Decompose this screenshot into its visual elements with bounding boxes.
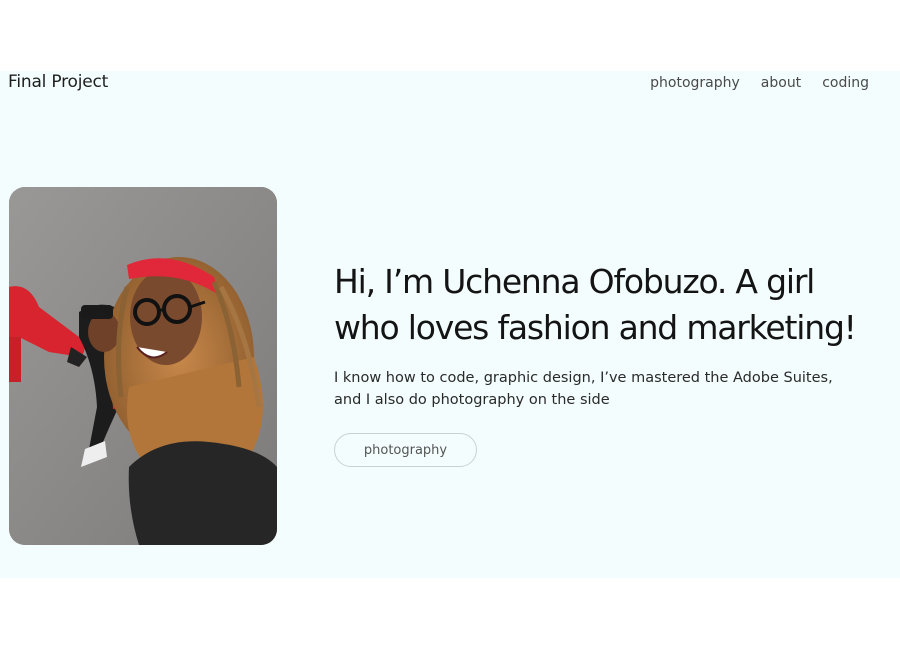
hero-headline-line1: Hi, I’m Uchenna Ofobuzo. A girl [334, 262, 815, 301]
hero-headline-line2: who loves fashion and marketing! [334, 308, 857, 347]
nav-link-coding[interactable]: coding [822, 73, 869, 93]
nav-link-about[interactable]: about [761, 73, 801, 93]
page-section: Final Project photography about coding H… [0, 71, 900, 578]
hero-headline: Hi, I’m Uchenna Ofobuzo. A girl who love… [334, 259, 874, 351]
top-nav: photography about coding [650, 73, 869, 93]
nav-link-photography[interactable]: photography [650, 73, 740, 93]
hero-section: Hi, I’m Uchenna Ofobuzo. A girl who love… [334, 259, 874, 467]
photography-button[interactable]: photography [334, 433, 477, 467]
profile-photo [9, 187, 277, 545]
hero-description: I know how to code, graphic design, I’ve… [334, 367, 854, 411]
site-brand[interactable]: Final Project [8, 71, 108, 93]
hero-description-line2: and I also do photography on the side [334, 392, 610, 408]
hero-description-line1: I know how to code, graphic design, I’ve… [334, 370, 833, 386]
